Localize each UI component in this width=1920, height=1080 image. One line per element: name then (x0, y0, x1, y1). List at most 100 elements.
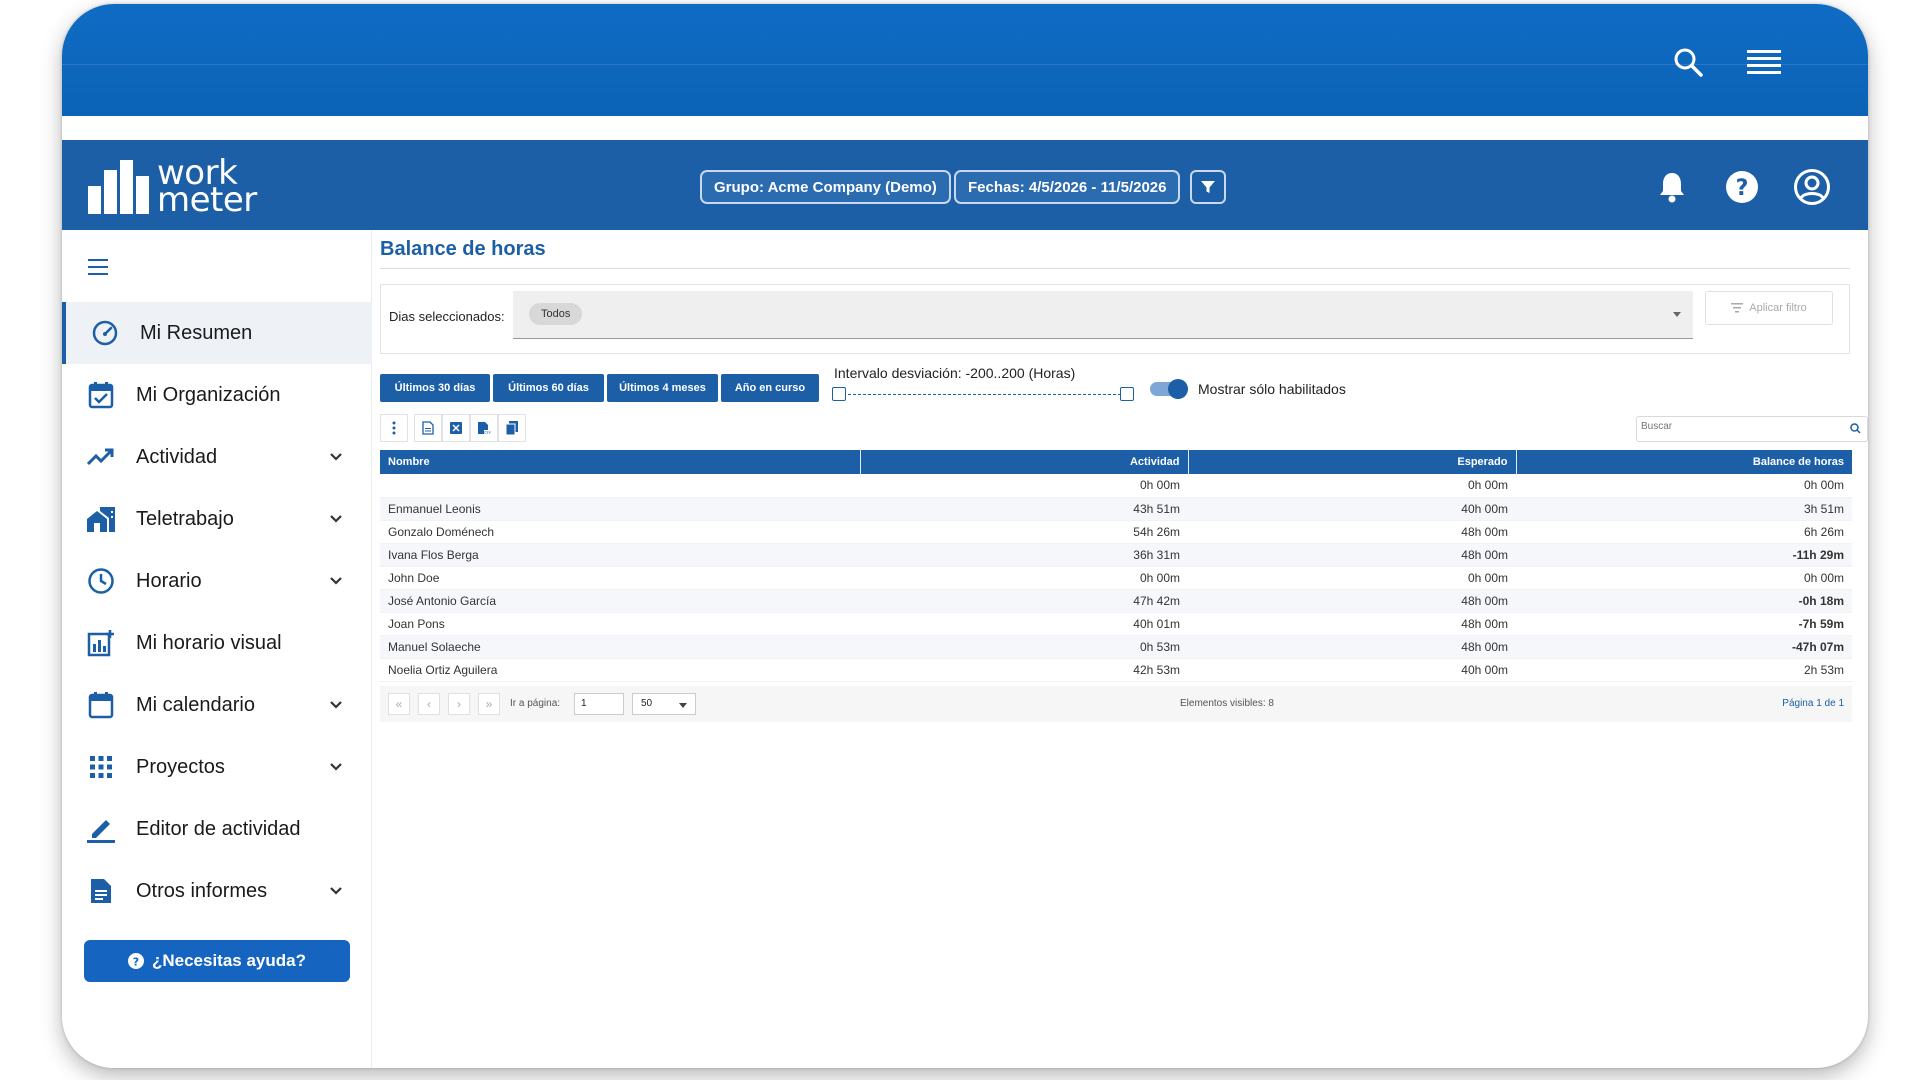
cell-esperado: 40h 00m (1188, 658, 1516, 682)
sidebar-item-actividad[interactable]: Actividad (62, 426, 372, 488)
table-row[interactable]: José Antonio García 47h 42m 48h 00m -0h 18m (380, 589, 1852, 613)
menu-icon[interactable] (1744, 42, 1784, 82)
sidebar-item-horario[interactable]: Horario (62, 550, 372, 612)
cell-nombre: John Doe (380, 566, 860, 590)
sidebar-item-otros-informes[interactable]: Otros informes (62, 860, 372, 922)
user-account-icon[interactable] (1792, 167, 1832, 207)
chevron-down-icon (330, 515, 342, 523)
selected-day-chip[interactable]: Todos (529, 303, 583, 325)
column-header-actividad[interactable]: Actividad (860, 450, 1189, 474)
range-button-60-days[interactable]: Últimos 60 días (493, 374, 604, 402)
cell-esperado: 48h 00m (1188, 635, 1516, 659)
enabled-only-toggle[interactable] (1150, 379, 1188, 399)
sidebar-item-mi-organizacion[interactable]: Mi Organización (62, 364, 372, 426)
last-page-button[interactable]: » (478, 693, 500, 715)
cell-nombre: Noelia Ortiz Aguilera (380, 658, 860, 682)
calendar-check-icon (86, 380, 116, 410)
help-button-label: ¿Necesitas ayuda? (151, 951, 306, 970)
logo-bars-icon (88, 160, 149, 214)
search-input[interactable] (1641, 421, 1841, 432)
workmeter-logo[interactable]: work meter (88, 154, 257, 217)
sidebar-item-mi-horario-visual[interactable]: Mi horario visual (62, 612, 372, 674)
goto-page-input[interactable]: 1 (574, 693, 624, 715)
chart-add-icon (86, 628, 116, 658)
cell-nombre: Joan Pons (380, 612, 860, 636)
prev-page-button[interactable]: ‹ (418, 693, 440, 715)
range-button-30-days[interactable]: Últimos 30 días (380, 374, 490, 402)
help-button[interactable]: ? ¿Necesitas ayuda? (84, 940, 350, 982)
next-page-button[interactable]: › (448, 693, 470, 715)
day-filter-panel: Dias seleccionados: Todos Aplicar filtro (380, 284, 1850, 354)
toggle-label: Mostrar sólo habilitados (1198, 381, 1346, 397)
sidebar-item-mi-calendario[interactable]: Mi calendario (62, 674, 372, 736)
cell-actividad: 47h 42m (860, 589, 1188, 613)
cell-esperado: 0h 00m (1188, 474, 1516, 498)
chevron-down-icon (330, 763, 342, 771)
export-excel-button[interactable] (442, 414, 470, 442)
apply-filter-button[interactable]: Aplicar filtro (1705, 291, 1833, 325)
date-range-selector[interactable]: Fechas: 4/5/2026 - 11/5/2026 (954, 170, 1181, 204)
table-search[interactable] (1636, 416, 1868, 442)
table-row[interactable]: Noelia Ortiz Aguilera 42h 53m 40h 00m 2h 53… (380, 658, 1852, 682)
copy-button[interactable] (498, 414, 526, 442)
cell-esperado: 40h 00m (1188, 497, 1516, 521)
table-header-row: Nombre Actividad Esperado Balance de hor… (380, 450, 1852, 474)
table-row[interactable]: Ivana Flos Berga 36h 31m 48h 00m -11h 29m (380, 543, 1852, 567)
page-size-select[interactable]: 50 (632, 693, 696, 715)
cell-balance: 0h 00m (1516, 474, 1852, 498)
slider-handle-min[interactable] (832, 387, 846, 401)
table-row[interactable]: 0h 00m 0h 00m 0h 00m (380, 474, 1852, 498)
csv-file-icon: csv (478, 422, 491, 435)
sidebar-item-teletrabajo[interactable]: Teletrabajo (62, 488, 372, 550)
table-row[interactable]: Manuel Solaeche 0h 53m 48h 00m -47h 07m (380, 635, 1852, 659)
sidebar-item-mi-resumen[interactable]: Mi Resumen (62, 302, 372, 364)
clock-icon (86, 566, 116, 596)
table-row[interactable]: John Doe 0h 00m 0h 00m 0h 00m (380, 566, 1852, 590)
range-button-current-year[interactable]: Año en curso (721, 374, 819, 402)
table-row[interactable]: Gonzalo Doménech 54h 26m 48h 00m 6h 26m (380, 520, 1852, 544)
pagination-bar: « ‹ › » Ir a página: 1 50 Elementos visi… (380, 686, 1852, 722)
excel-icon (450, 422, 462, 434)
group-selector[interactable]: Grupo: Acme Company (Demo) (700, 170, 951, 204)
range-button-4-months[interactable]: Últimos 4 meses (607, 374, 718, 402)
sidebar-toggle-icon[interactable] (88, 258, 108, 281)
bell-icon[interactable] (1652, 167, 1692, 207)
goto-page-label: Ir a página: (510, 698, 561, 709)
days-select[interactable]: Todos (513, 291, 1693, 339)
cell-nombre: Enmanuel Leonis (380, 497, 860, 521)
question-circle-icon: ? (127, 953, 144, 969)
more-options-button[interactable] (380, 414, 408, 442)
cell-balance: 3h 51m (1516, 497, 1852, 521)
filter-label: Dias seleccionados: (389, 309, 505, 324)
cell-esperado: 48h 00m (1188, 520, 1516, 544)
svg-text:csv: csv (484, 430, 491, 435)
sidebar-item-label: Teletrabajo (136, 507, 234, 530)
sidebar-item-proyectos[interactable]: Proyectos (62, 736, 372, 798)
filter-button[interactable] (1190, 170, 1226, 204)
export-csv-button[interactable]: csv (470, 414, 498, 442)
column-header-esperado[interactable]: Esperado (1188, 450, 1517, 474)
sidebar-item-label: Editor de actividad (136, 817, 301, 840)
search-icon[interactable] (1850, 423, 1861, 437)
table-row[interactable]: Enmanuel Leonis 43h 51m 40h 00m 3h 51m (380, 497, 1852, 521)
more-vertical-icon (392, 421, 396, 435)
apply-filter-label: Aplicar filtro (1749, 302, 1807, 314)
column-header-nombre[interactable]: Nombre (380, 450, 861, 474)
home-work-icon (86, 504, 116, 534)
deviation-slider-track[interactable] (838, 394, 1126, 395)
cell-balance: -0h 18m (1516, 589, 1852, 613)
cell-balance: 6h 26m (1516, 520, 1852, 544)
sidebar-item-editor-de-actividad[interactable]: Editor de actividad (62, 798, 372, 860)
copy-icon (506, 421, 518, 435)
file-icon (422, 421, 434, 435)
export-pdf-button[interactable] (414, 414, 442, 442)
first-page-button[interactable]: « (388, 693, 410, 715)
calendar-icon (86, 690, 116, 720)
cell-nombre: José Antonio García (380, 589, 860, 613)
table-row[interactable]: Joan Pons 40h 01m 48h 00m -7h 59m (380, 612, 1852, 636)
search-icon[interactable] (1668, 42, 1708, 82)
help-icon[interactable]: ? (1722, 167, 1762, 207)
slider-handle-max[interactable] (1120, 387, 1134, 401)
cell-actividad: 36h 31m (860, 543, 1188, 567)
column-header-balance[interactable]: Balance de horas (1516, 450, 1852, 474)
